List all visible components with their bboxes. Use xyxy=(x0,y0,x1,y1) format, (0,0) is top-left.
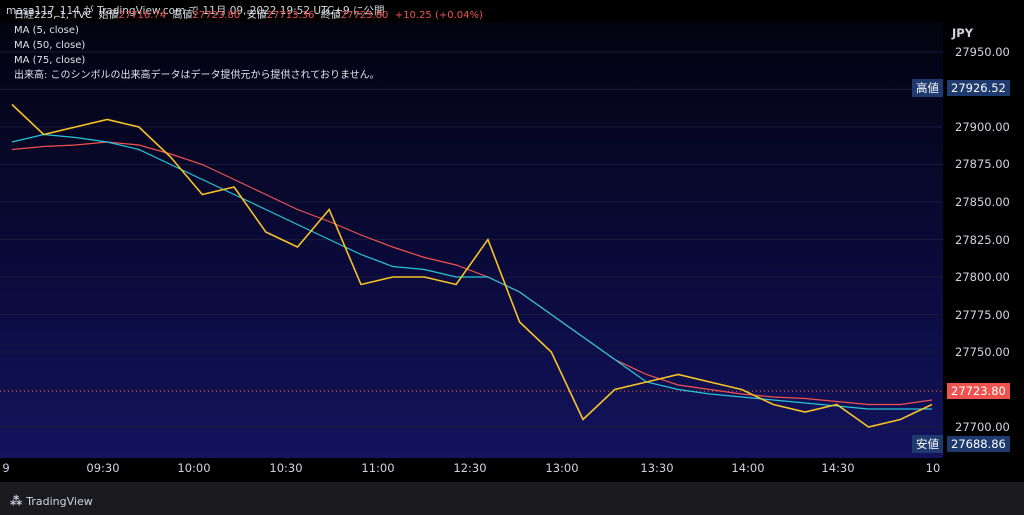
time-tick: 14:30 xyxy=(821,461,855,475)
time-tick: 10 xyxy=(925,461,941,475)
open-value: 27716.74 xyxy=(118,10,167,21)
ma5-line xyxy=(11,103,933,428)
low-value: 27713.36 xyxy=(266,10,315,21)
volume-note: 出来高: このシンボルの出来高データはデータ提供元から提供されておりません。 xyxy=(14,70,380,81)
time-tick: 12:30 xyxy=(453,461,487,475)
price-tick: 27900.00 xyxy=(955,120,1010,134)
time-tick: 10:00 xyxy=(177,461,211,475)
high-price-label: 27926.52 xyxy=(947,80,1010,96)
ma50-legend[interactable]: MA (50, close) xyxy=(14,38,483,53)
time-tick: 11:00 xyxy=(361,461,395,475)
footer-bar xyxy=(0,482,1024,515)
time-tick: 13:30 xyxy=(640,461,674,475)
currency-label: JPY xyxy=(952,26,974,40)
price-tick: 27875.00 xyxy=(955,157,1010,171)
time-tick: 09:30 xyxy=(86,461,120,475)
high-value: 27723.80 xyxy=(192,10,241,21)
tradingview-brand: TradingView xyxy=(26,494,93,508)
price-tick: 27775.00 xyxy=(955,308,1010,322)
low-side-label: 安値 xyxy=(912,435,943,453)
price-tick: 27850.00 xyxy=(955,195,1010,209)
high-label: 高値 xyxy=(172,10,193,21)
tradingview-logo[interactable]: ⁂ TradingView xyxy=(10,494,93,508)
time-tick: 13:00 xyxy=(545,461,579,475)
time-tick: 10:30 xyxy=(269,461,303,475)
time-tick: 14:00 xyxy=(731,461,765,475)
ma75-line xyxy=(11,141,933,406)
price-tick: 27700.00 xyxy=(955,420,1010,434)
price-tick: 27750.00 xyxy=(955,345,1010,359)
ma75-legend[interactable]: MA (75, close) xyxy=(14,53,483,68)
ohlc-row: 日経225, 1, TVC 始値27716.74 高値27723.80 安値27… xyxy=(14,8,483,23)
price-tick: 27825.00 xyxy=(955,233,1010,247)
time-tick: 9 xyxy=(2,461,10,475)
high-side-label: 高値 xyxy=(912,79,943,97)
symbol-label[interactable]: 日経225, 1, TVC xyxy=(14,10,92,21)
open-label: 始値 xyxy=(98,10,119,21)
close-value: 27723.80 xyxy=(340,10,389,21)
ma50-line xyxy=(11,133,932,410)
chart-legend: 日経225, 1, TVC 始値27716.74 高値27723.80 安値27… xyxy=(14,8,483,83)
close-label: 終値 xyxy=(320,10,341,21)
ma5-legend[interactable]: MA (5, close) xyxy=(14,23,483,38)
low-label: 安値 xyxy=(246,10,267,21)
low-price-label: 27688.86 xyxy=(947,436,1010,452)
price-tick: 27800.00 xyxy=(955,270,1010,284)
price-tick: 27950.00 xyxy=(955,45,1010,59)
change-value: +10.25 (+0.04%) xyxy=(394,10,483,21)
last-price-label: 27723.80 xyxy=(947,383,1010,399)
tradingview-logo-icon: ⁂ xyxy=(10,494,23,508)
